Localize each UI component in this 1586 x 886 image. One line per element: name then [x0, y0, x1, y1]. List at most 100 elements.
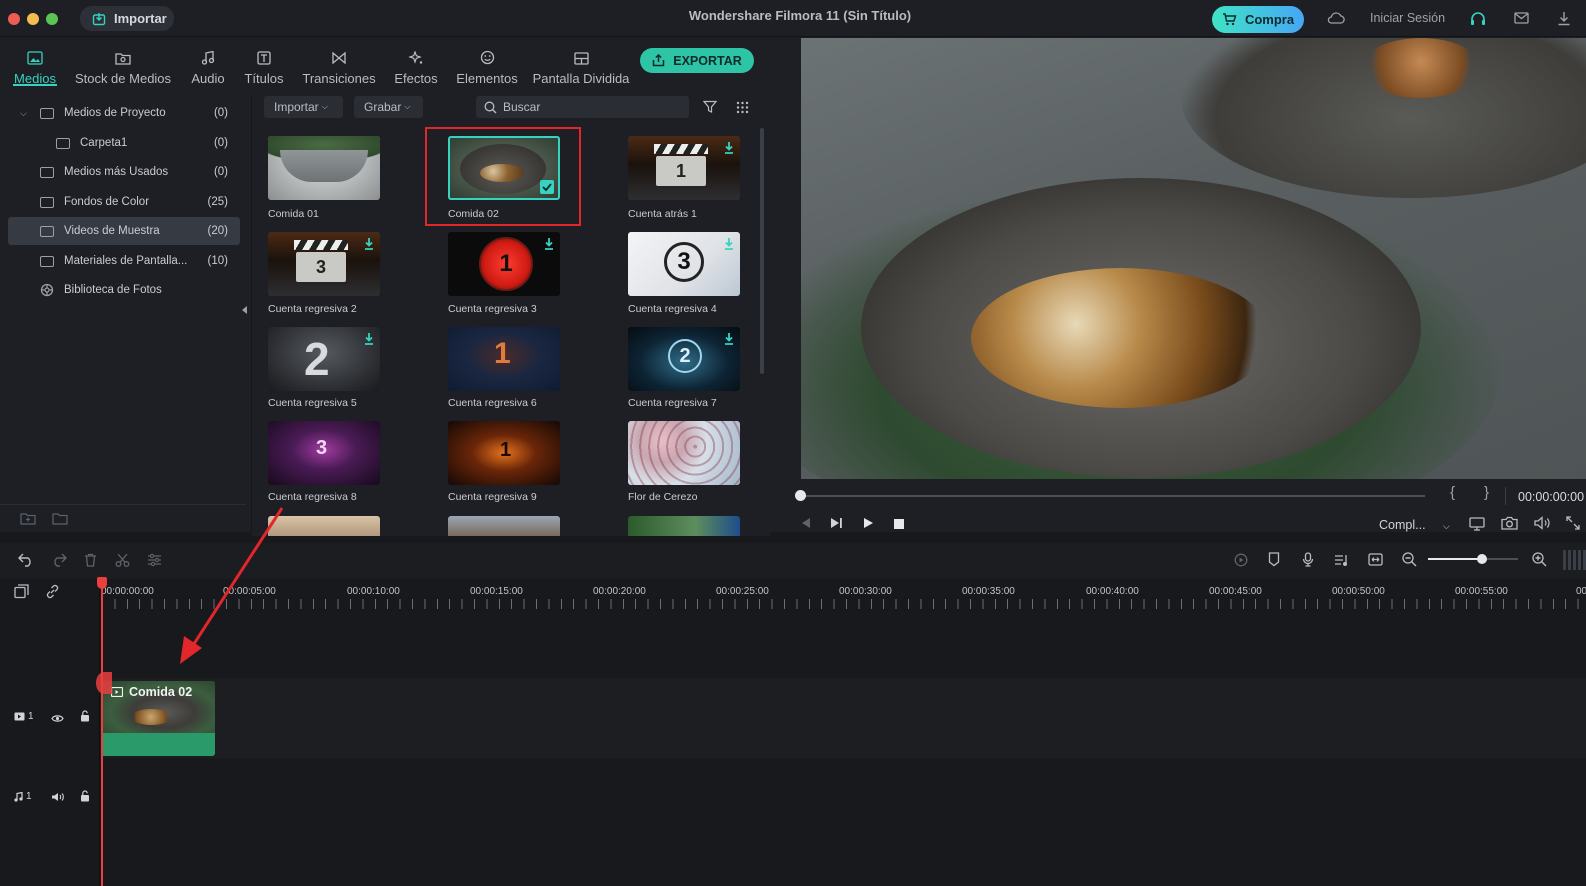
filter-icon[interactable]: [702, 100, 718, 117]
zoom-window-button[interactable]: [46, 13, 58, 25]
panel-layout-icon[interactable]: [1563, 550, 1586, 570]
search-input[interactable]: Buscar: [476, 96, 689, 118]
download-icon[interactable]: [364, 238, 374, 250]
preview-scrubber[interactable]: [802, 495, 1425, 497]
cloud-icon[interactable]: [1327, 9, 1345, 27]
download-icon[interactable]: [724, 238, 734, 250]
download-icon[interactable]: [544, 238, 554, 250]
fit-timeline-icon[interactable]: [1368, 553, 1383, 569]
zoom-slider-handle[interactable]: [1477, 554, 1487, 564]
sidebar-item-project-media[interactable]: ⌵ Medios de Proyecto (0): [8, 99, 240, 127]
close-window-button[interactable]: [8, 13, 20, 25]
media-thumb-countdown-6[interactable]: 1: [448, 327, 560, 391]
audio-mixer-icon[interactable]: [1334, 553, 1350, 570]
record-dropdown[interactable]: Grabar ⌵: [354, 96, 423, 118]
add-track-icon[interactable]: [14, 584, 29, 602]
playhead[interactable]: [101, 578, 103, 886]
link-icon[interactable]: [45, 584, 60, 602]
media-thumb-countdown-2[interactable]: 3: [268, 232, 380, 296]
speaker-icon[interactable]: [51, 791, 64, 805]
download-icon[interactable]: [724, 333, 734, 345]
import-dropdown[interactable]: Importar ⌵: [264, 96, 343, 118]
buy-button-label: Compra: [1244, 12, 1295, 27]
download-icon[interactable]: [724, 142, 734, 154]
tab-stock-media[interactable]: Stock de Medios: [70, 44, 176, 86]
download-icon[interactable]: [1555, 9, 1573, 27]
media-thumb-partial[interactable]: [448, 516, 560, 536]
media-thumb-partial[interactable]: [628, 516, 740, 536]
preview-video[interactable]: [801, 38, 1586, 479]
annotation-arrow: [180, 507, 284, 664]
media-thumb-countdown-1[interactable]: 1: [628, 136, 740, 200]
import-button[interactable]: Importar: [80, 6, 174, 31]
zoom-out-icon[interactable]: [1402, 552, 1417, 570]
sidebar-item-sample-videos[interactable]: Videos de Muestra (20): [8, 217, 240, 245]
playhead-handle[interactable]: [97, 577, 107, 589]
volume-icon[interactable]: [1534, 516, 1551, 533]
media-label: Cuenta regresiva 3: [448, 303, 537, 315]
lock-icon[interactable]: [80, 790, 90, 805]
microphone-icon[interactable]: [1302, 552, 1314, 570]
media-thumb-cherry-blossom[interactable]: [628, 421, 740, 485]
delete-icon[interactable]: [84, 553, 97, 570]
headset-icon[interactable]: [1469, 9, 1487, 27]
fullscreen-icon[interactable]: [1566, 516, 1580, 533]
minimize-window-button[interactable]: [27, 13, 39, 25]
media-thumb-countdown-9[interactable]: 1: [448, 421, 560, 485]
signin-link[interactable]: Iniciar Sesión: [1370, 11, 1445, 25]
buy-button[interactable]: Compra: [1212, 6, 1304, 33]
play-icon[interactable]: [862, 517, 874, 532]
media-thumb-countdown-3[interactable]: 1: [448, 232, 560, 296]
monitor-icon[interactable]: [1469, 517, 1485, 534]
media-thumb-countdown-7[interactable]: 2: [628, 327, 740, 391]
folder-icon: [40, 166, 54, 178]
mark-out-icon[interactable]: }: [1484, 484, 1489, 501]
collapse-sidebar-icon[interactable]: [242, 306, 247, 314]
adjust-icon[interactable]: [147, 553, 162, 570]
next-frame-icon[interactable]: [829, 517, 843, 532]
timeline-clip[interactable]: Comida 02: [101, 681, 215, 756]
media-thumb-comida-01[interactable]: [268, 136, 380, 200]
zoom-in-icon[interactable]: [1532, 552, 1547, 570]
sidebar-item-photo-library[interactable]: Biblioteca de Fotos: [8, 276, 240, 304]
grid-view-icon[interactable]: [736, 101, 749, 117]
snapshot-icon[interactable]: [1501, 516, 1518, 533]
lock-icon[interactable]: [80, 710, 90, 725]
split-screen-icon: [573, 52, 589, 65]
sidebar-item-screen-materials[interactable]: Materiales de Pantalla... (10): [8, 247, 240, 275]
media-thumb-countdown-8[interactable]: 3: [268, 421, 380, 485]
tab-transitions[interactable]: Transiciones: [298, 44, 380, 86]
media-thumb-countdown-4[interactable]: 3: [628, 232, 740, 296]
marker-icon[interactable]: [1268, 552, 1280, 570]
redo-icon[interactable]: [51, 553, 67, 570]
sidebar-item-count: (0): [213, 107, 228, 119]
new-folder-icon[interactable]: [20, 512, 36, 528]
eye-icon[interactable]: [51, 712, 64, 726]
export-button[interactable]: EXPORTAR: [640, 48, 754, 73]
tab-titles[interactable]: Títulos: [242, 44, 286, 86]
quality-dropdown[interactable]: Compl... ⌵: [1379, 518, 1450, 532]
mark-in-icon[interactable]: {: [1450, 484, 1455, 501]
stop-icon[interactable]: [894, 518, 904, 532]
scrubber-handle[interactable]: [795, 490, 806, 501]
folder-outline-icon[interactable]: [52, 512, 68, 528]
sidebar-item-color-backgrounds[interactable]: Fondos de Color (25): [8, 188, 240, 216]
video-track-lane[interactable]: [0, 678, 1586, 758]
mail-icon[interactable]: [1512, 9, 1530, 27]
tab-elements[interactable]: Elementos: [452, 44, 522, 86]
grid-scrollbar[interactable]: [760, 128, 764, 374]
undo-icon[interactable]: [18, 553, 34, 570]
tab-media[interactable]: Medios: [11, 44, 59, 86]
sidebar-item-most-used[interactable]: Medios más Usados (0): [8, 158, 240, 186]
tab-effects[interactable]: Efectos: [390, 44, 442, 86]
render-icon[interactable]: [1234, 553, 1248, 570]
tab-titles-label: Títulos: [244, 71, 284, 86]
download-icon[interactable]: [364, 333, 374, 345]
sidebar-item-folder1[interactable]: Carpeta1 (0): [8, 129, 240, 157]
previous-frame-icon[interactable]: [798, 517, 812, 532]
chevron-down-icon[interactable]: ⌵: [8, 108, 27, 119]
cut-icon[interactable]: [115, 553, 130, 570]
tab-split-screen[interactable]: Pantalla Dividida: [530, 44, 632, 86]
media-thumb-countdown-5[interactable]: 2: [268, 327, 380, 391]
tab-audio[interactable]: Audio: [188, 44, 228, 86]
